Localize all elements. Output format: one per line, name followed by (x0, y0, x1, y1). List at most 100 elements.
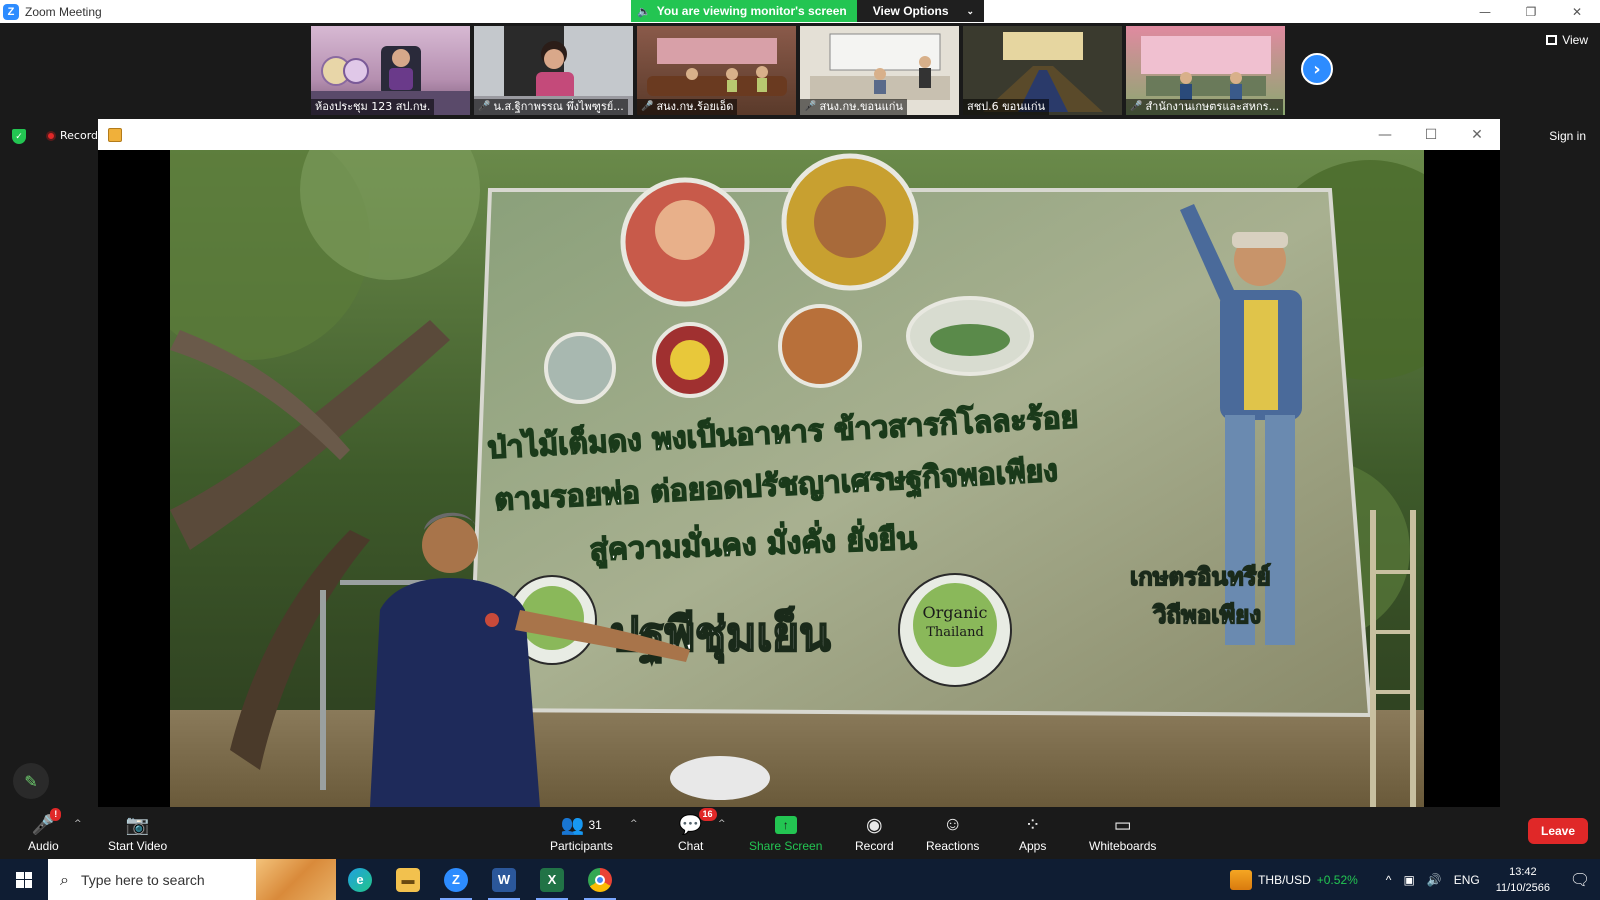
stock-widget-icon (1230, 869, 1253, 890)
taskbar-file-explorer[interactable]: ▬ (384, 859, 432, 900)
stock-change: +0.52% (1316, 872, 1358, 887)
shared-window-controls: — ☐ ✕ (1362, 119, 1500, 150)
chat-unread-badge: 16 (698, 808, 717, 821)
chevron-right-icon: › (1313, 58, 1321, 80)
share-screen-icon: ↑ (774, 813, 797, 837)
participant-thumbnail[interactable]: 🎤 สนง.กษ.ร้อยเอ็ด (637, 26, 796, 115)
view-options-button[interactable]: View Options ⌄ (856, 0, 985, 22)
video-off-icon: 📷 (125, 815, 150, 836)
clock-time: 13:42 (1509, 865, 1537, 878)
participant-thumbnail[interactable]: 🎤 สนง.กษ.ขอนแก่น (800, 26, 959, 115)
clock-date: 11/10/2566 (1495, 881, 1550, 894)
participants-button[interactable]: 👥 31 Participants (550, 813, 613, 853)
shared-maximize-button[interactable]: ☐ (1408, 119, 1454, 150)
smiley-icon: ☺ (942, 814, 963, 835)
start-button[interactable] (0, 859, 48, 900)
mic-muted-icon: 🎤 (804, 101, 817, 112)
start-video-button[interactable]: 📷 Start Video (108, 813, 167, 853)
participant-thumbnail[interactable]: สชป.6 ขอนแก่น (963, 26, 1122, 115)
record-label: Record (855, 839, 894, 853)
window-title: Zoom Meeting (25, 4, 102, 19)
chat-options-caret[interactable]: ^ (718, 819, 726, 829)
taskbar-search-box[interactable]: ⌕ Type here to search (48, 859, 336, 900)
language-indicator[interactable]: ENG (1454, 873, 1480, 887)
network-icon[interactable]: ▣ (1403, 873, 1414, 887)
taskbar-zoom[interactable]: Z (432, 859, 480, 900)
recording-indicator[interactable]: Record (46, 129, 98, 142)
whiteboard-icon: ▭ (1113, 814, 1132, 836)
whiteboards-button[interactable]: ▭ Whiteboards (1089, 813, 1156, 854)
participant-name-label: 🎤 สนง.กษ.ขอนแก่น (800, 99, 907, 115)
taskbar-word[interactable]: W (480, 859, 528, 900)
notification-center-icon[interactable]: 🗨 (1560, 859, 1600, 900)
audio-button[interactable]: 🎤! Audio (28, 808, 62, 853)
apps-icon: ⁘ (1024, 814, 1041, 836)
tray-overflow-icon[interactable]: ^ (1386, 873, 1392, 887)
close-button[interactable]: ✕ (1554, 0, 1600, 23)
mic-muted-icon: 🎤 (641, 101, 654, 112)
audio-options-caret[interactable]: ^ (74, 819, 82, 829)
leave-button[interactable]: Leave (1528, 818, 1588, 844)
participant-thumbnail[interactable]: 🎤 สำนักงานเกษตรและสหกร... (1126, 26, 1285, 115)
record-icon: ◉ (866, 814, 883, 836)
record-button[interactable]: ◉ Record (855, 813, 894, 854)
zoom-title-bar: Z Zoom Meeting 🔈 You are viewing monitor… (0, 0, 1600, 23)
recording-label: Record (60, 129, 99, 142)
meeting-toolbar: 🎤! Audio ^ 📷 Start Video 👥 31 Participant… (0, 807, 1600, 859)
shared-screen-window: — ☐ ✕ ป่าไม้เต็มดง พงเป็นอาหาร ข้าวสารกิ… (98, 119, 1500, 807)
search-icon: ⌕ (60, 869, 69, 889)
taskbar-clock[interactable]: 13:42 11/10/2566 (1496, 864, 1550, 896)
next-thumbnails-button[interactable]: › (1301, 53, 1333, 85)
volume-icon[interactable]: 🔊 (1427, 873, 1442, 887)
banner-title: ปฐพีชุ่มเย็น (610, 606, 831, 664)
security-shield-icon[interactable]: ✓ (12, 129, 26, 144)
restore-button[interactable]: ❐ (1508, 0, 1554, 23)
view-button[interactable]: View (1546, 33, 1588, 47)
participant-thumbnail[interactable]: ห้องประชุม 123 สป.กษ. (311, 26, 470, 115)
reactions-button[interactable]: ☺ Reactions (926, 813, 979, 853)
apps-label: Apps (1019, 839, 1047, 853)
participant-name-label: 🎤 น.ส.ฐิกาพรรณ พึ่งไพฑูรย์... (474, 99, 628, 115)
start-video-label: Start Video (108, 839, 168, 853)
chat-icon: 💬 16 (679, 808, 717, 837)
participant-name-label: 🎤 สนง.กษ.ร้อยเอ็ด (637, 99, 738, 115)
mic-muted-icon: 🎤 (1130, 101, 1143, 112)
participants-label: Participants (550, 839, 613, 853)
taskbar-chrome[interactable] (576, 859, 624, 900)
sign-in-link[interactable]: Sign in (1549, 129, 1586, 143)
search-placeholder: Type here to search (80, 871, 205, 888)
chat-button[interactable]: 💬 16 Chat (678, 808, 717, 853)
share-screen-label: Share Screen (749, 839, 823, 853)
taskbar-excel[interactable]: X (528, 859, 576, 900)
chevron-down-icon: ⌄ (966, 5, 975, 16)
minimize-button[interactable]: — (1462, 0, 1508, 23)
banner-side-text2: วิถีพอเพียง (1152, 601, 1261, 629)
system-tray: THB/USD +0.52% ^ ▣ 🔊 ENG 13:42 11/10/256… (1230, 859, 1600, 900)
pencil-icon: ✎ (24, 771, 38, 791)
excel-icon: X (540, 867, 564, 892)
view-label: View (1562, 33, 1588, 47)
participant-name-label: ห้องประชุม 123 สป.กษ. (311, 99, 435, 115)
stock-pair[interactable]: THB/USD (1258, 873, 1311, 887)
shared-close-button[interactable]: ✕ (1454, 119, 1500, 150)
apps-button[interactable]: ⁘ Apps (1019, 813, 1047, 854)
shared-minimize-button[interactable]: — (1362, 119, 1408, 150)
viewing-screen-message: You are viewing monitor's screen (656, 4, 847, 18)
participant-name-label: 🎤 สำนักงานเกษตรและสหกร... (1126, 99, 1284, 115)
microphone-icon: 🎤! (32, 808, 62, 837)
participants-options-caret[interactable]: ^ (630, 819, 638, 829)
mic-muted-icon: 🎤 (478, 101, 491, 112)
taskbar-edge[interactable]: e (336, 859, 384, 900)
share-screen-button[interactable]: ↑ Share Screen (749, 813, 822, 853)
annotate-pencil-button[interactable]: ✎ (13, 763, 49, 799)
participants-icon: 👥 31 (560, 815, 602, 836)
chat-label: Chat (678, 839, 704, 853)
organic-logo-subtext: Thailand (926, 625, 984, 640)
participants-count: 31 (588, 818, 602, 832)
banner-side-text1: เกษตรอินทรีย์ (1130, 563, 1271, 591)
folder-icon: ▬ (396, 867, 420, 892)
participant-thumbnail[interactable]: 🎤 น.ส.ฐิกาพรรณ พึ่งไพฑูรย์... (474, 26, 633, 115)
windows-logo-icon (16, 871, 32, 888)
shared-video-frame: ป่าไม้เต็มดง พงเป็นอาหาร ข้าวสารกิโลละร้… (170, 150, 1424, 807)
meeting-area: ห้องประชุม 123 สป.กษ. 🎤 น.ส.ฐิกาพรรณ พึ่ง… (0, 23, 1600, 807)
